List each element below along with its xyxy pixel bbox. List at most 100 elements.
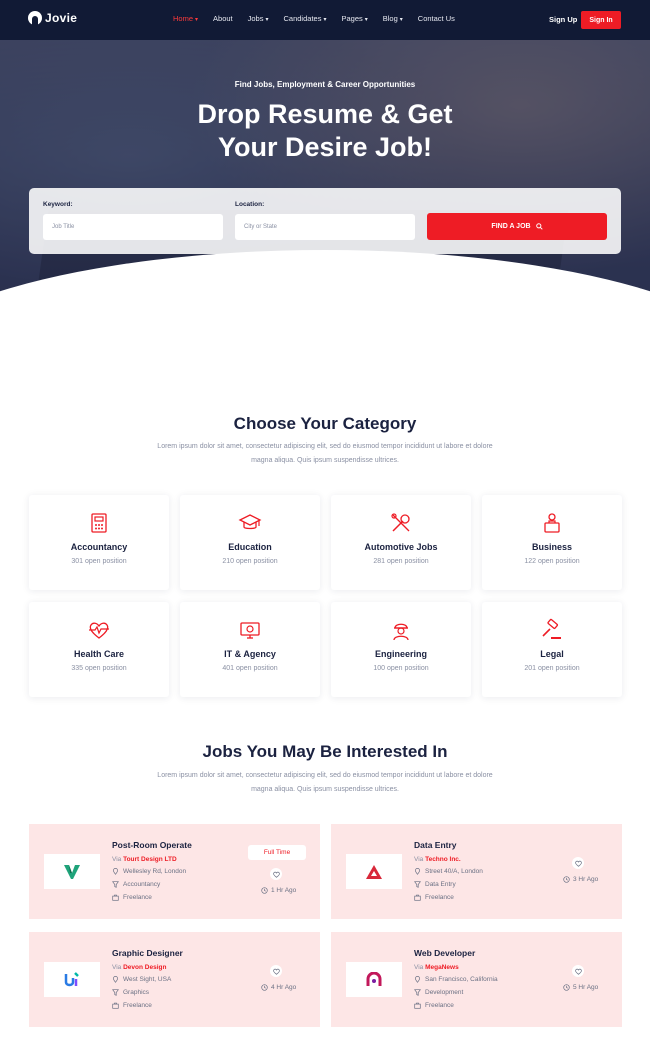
- filter-icon: [112, 881, 119, 888]
- chevron-down-icon: ▾: [323, 17, 327, 23]
- nav-item-contact[interactable]: Contact Us: [418, 14, 455, 23]
- logo-icon: [28, 11, 42, 25]
- job-ago-text: 4 Hr Ago: [271, 984, 297, 991]
- job-posted-time: 3 Hr Ago: [563, 876, 598, 883]
- location-label: Location:: [235, 201, 265, 208]
- job-posted-time: 1 Hr Ago: [261, 887, 296, 894]
- company-name[interactable]: Devon Design: [123, 964, 166, 971]
- job-title[interactable]: Data Entry: [414, 840, 457, 850]
- category-card-health-care[interactable]: Health Care 335 open position: [29, 602, 169, 697]
- job-type-text: Freelance: [123, 1002, 152, 1009]
- job-location: West Sight, USA: [112, 976, 171, 983]
- nav-item-blog[interactable]: Blog ▾: [383, 14, 403, 23]
- job-card-data-entry[interactable]: Data Entry Via Techno Inc. Street 40/A, …: [331, 824, 622, 919]
- nav-item-home[interactable]: Home ▾: [173, 14, 198, 23]
- company-name[interactable]: Tourt Design LTD: [123, 856, 177, 863]
- category-card-business[interactable]: Business 122 open position: [482, 495, 622, 590]
- job-location: Street 40/A, London: [414, 868, 483, 875]
- brand-logo[interactable]: Jovie: [28, 11, 77, 25]
- sign-in-button[interactable]: Sign In: [581, 11, 621, 29]
- via-prefix: Via: [112, 856, 122, 863]
- hero-curve: [0, 250, 650, 370]
- job-title[interactable]: Graphic Designer: [112, 948, 183, 958]
- nav-item-jobs[interactable]: Jobs ▾: [248, 14, 269, 23]
- graduation-cap-icon: [238, 514, 262, 530]
- job-type-text: Freelance: [123, 894, 152, 901]
- favorite-heart-icon[interactable]: [270, 965, 282, 977]
- category-name: IT & Agency: [224, 649, 276, 659]
- clock-icon: [563, 984, 570, 991]
- company-logo: [346, 962, 402, 997]
- category-card-education[interactable]: Education 210 open position: [180, 495, 320, 590]
- company-logo-icon: [64, 864, 80, 879]
- hero-subtitle: Find Jobs, Employment & Career Opportuni…: [234, 80, 416, 89]
- find-job-button-label: FIND A JOB: [491, 223, 531, 230]
- job-card-web-developer[interactable]: Web Developer Via MegaNews San Francisco…: [331, 932, 622, 1027]
- job-category-text: Accountancy: [123, 881, 161, 888]
- job-card-post-room-operate[interactable]: Post-Room Operate Via Tourt Design LTD W…: [29, 824, 320, 919]
- jobs-description: Lorem ipsum dolor sit amet, consectetur …: [157, 772, 493, 793]
- job-company: Via Devon Design: [112, 964, 166, 971]
- company-name[interactable]: Techno Inc.: [425, 856, 461, 863]
- category-card-engineering[interactable]: Engineering 100 open position: [331, 602, 471, 697]
- location-pin-icon: [415, 868, 420, 875]
- location-input[interactable]: City or State: [235, 214, 415, 240]
- briefcase-person-icon: [544, 513, 560, 533]
- company-logo: [44, 854, 100, 889]
- company-name[interactable]: MegaNews: [425, 964, 459, 971]
- nav-item-pages[interactable]: Pages ▾: [341, 14, 367, 23]
- job-posted-time: 4 Hr Ago: [261, 984, 296, 991]
- nav-item-about[interactable]: About: [213, 14, 233, 23]
- company-logo-icon: [366, 864, 382, 879]
- category-name: Education: [228, 542, 272, 552]
- favorite-heart-icon[interactable]: [572, 965, 584, 977]
- job-category: Accountancy: [112, 881, 160, 888]
- filter-icon: [112, 989, 119, 996]
- job-title[interactable]: Web Developer: [414, 948, 475, 958]
- job-location: San Francisco, California: [414, 976, 498, 983]
- job-type-text: Freelance: [425, 894, 454, 901]
- chevron-down-icon: ▾: [265, 17, 269, 23]
- brand-name: Jovie: [45, 11, 78, 25]
- favorite-heart-icon[interactable]: [270, 868, 282, 880]
- job-search-form: Keyword: Job Title Location: City or Sta…: [29, 188, 621, 254]
- clock-icon: [563, 876, 570, 883]
- chevron-down-icon: ▾: [364, 17, 368, 23]
- via-prefix: Via: [414, 964, 424, 971]
- gavel-icon: [542, 618, 561, 639]
- hero-title-line-1: Drop Resume & Get: [197, 99, 453, 129]
- chevron-down-icon: ▾: [399, 17, 403, 23]
- clock-icon: [261, 984, 268, 991]
- keyword-input[interactable]: Job Title: [43, 214, 223, 240]
- job-company: Via Techno Inc.: [414, 856, 461, 863]
- category-name: Health Care: [73, 649, 125, 659]
- category-card-accountancy[interactable]: Accountancy 301 open position: [29, 495, 169, 590]
- categories-description: Lorem ipsum dolor sit amet, consectetur …: [157, 443, 493, 464]
- job-card-graphic-designer[interactable]: Graphic Designer Via Devon Design West S…: [29, 932, 320, 1027]
- briefcase-icon: [414, 1002, 421, 1009]
- job-title[interactable]: Post-Room Operate: [112, 840, 192, 850]
- category-card-legal[interactable]: Legal 201 open position: [482, 602, 622, 697]
- category-card-automotive[interactable]: Automotive Jobs 281 open position: [331, 495, 471, 590]
- calculator-icon: [91, 513, 107, 533]
- category-count: 301 open position: [71, 558, 127, 565]
- chevron-down-icon: ▾: [195, 17, 199, 23]
- job-category-text: Development: [425, 989, 464, 996]
- engineer-icon: [393, 623, 409, 641]
- nav-item-candidates[interactable]: Candidates ▾: [284, 14, 327, 23]
- category-count: 401 open position: [222, 665, 278, 672]
- job-location: Wellesley Rd, London: [112, 868, 186, 875]
- category-name: Accountancy: [70, 542, 128, 552]
- category-card-it-agency[interactable]: IT & Agency 401 open position: [180, 602, 320, 697]
- heartbeat-icon: [89, 622, 109, 639]
- favorite-heart-icon[interactable]: [572, 857, 584, 869]
- job-location-text: Wellesley Rd, London: [123, 868, 187, 875]
- find-job-button[interactable]: FIND A JOB: [427, 213, 607, 240]
- job-type: Freelance: [414, 894, 454, 901]
- heart-icon: [574, 968, 582, 975]
- job-category: Data Entry: [414, 881, 456, 888]
- job-company: Via MegaNews: [414, 964, 459, 971]
- sign-up-link[interactable]: Sign Up: [549, 15, 577, 24]
- trending-keywords: Trending Keywords: Automotive, Education…: [193, 277, 457, 286]
- company-logo: [44, 962, 100, 997]
